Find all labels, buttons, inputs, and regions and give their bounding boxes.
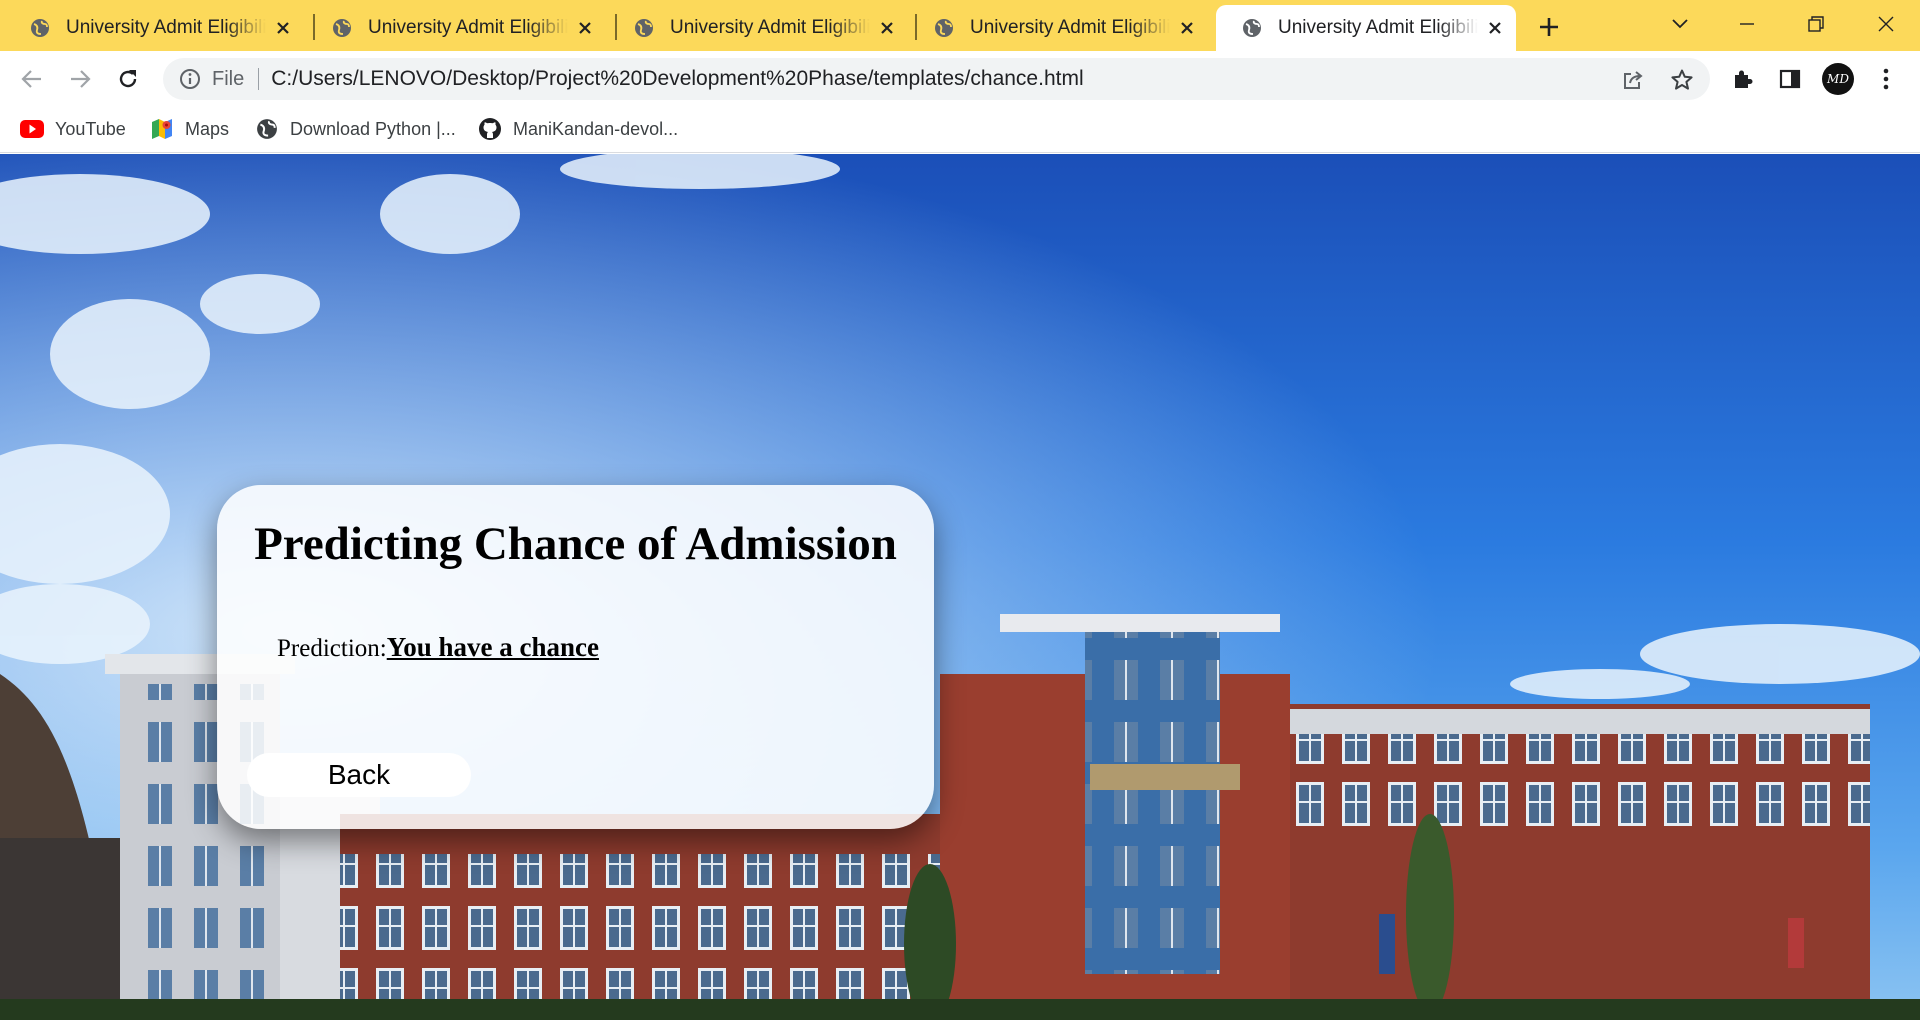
tab-4[interactable]: University Admit Eligibility Predictor: [908, 5, 1208, 51]
bookmark-download-python[interactable]: Download Python |...: [255, 114, 456, 144]
address-bar[interactable]: File C:/Users/LENOVO/Desktop/Project%20D…: [163, 58, 1710, 100]
browser-toolbar: File C:/Users/LENOVO/Desktop/Project%20D…: [0, 51, 1920, 106]
bookmark-label: Download Python |...: [290, 118, 456, 139]
globe-icon: [333, 19, 351, 37]
tab-5-active[interactable]: University Admit Eligibility Predictor: [1216, 5, 1516, 51]
bookmark-label: Maps: [185, 118, 230, 139]
puzzle-icon: [1735, 70, 1753, 88]
github-icon: [478, 117, 502, 141]
side-panel-button[interactable]: [1773, 62, 1807, 96]
tab-2[interactable]: University Admit Eligibility Predictor: [306, 5, 606, 51]
globe-icon: [31, 19, 49, 37]
globe-icon: [1243, 19, 1261, 37]
tab-title: University Admit Eligibility Predictor: [66, 17, 266, 38]
plus-icon: [1540, 18, 1558, 36]
bookmark-maps[interactable]: Maps: [150, 114, 229, 144]
close-icon: [1878, 16, 1894, 32]
youtube-icon: [20, 117, 44, 141]
forward-nav-button[interactable]: [62, 61, 98, 97]
chevron-down-icon: [1672, 19, 1688, 29]
tab-title: University Admit Eligibility Predictor: [970, 17, 1170, 38]
tab-title: University Admit Eligibility Predictor: [1278, 17, 1478, 38]
avatar: MD: [1822, 63, 1854, 95]
new-tab-button[interactable]: [1532, 10, 1566, 44]
restore-icon: [1808, 16, 1824, 32]
share-icon[interactable]: [1619, 66, 1647, 94]
prediction-row: Prediction:You have a chance: [277, 632, 599, 663]
globe-icon: [935, 19, 953, 37]
tab-title: University Admit Eligibility Predictor: [670, 17, 870, 38]
extensions-button[interactable]: [1726, 62, 1760, 96]
prediction-result: You have a chance: [386, 632, 599, 662]
omnibox-divider: [258, 68, 260, 90]
reload-icon: [119, 70, 137, 88]
tab-title: University Admit Eligibility Predictor: [368, 17, 568, 38]
info-icon[interactable]: [178, 67, 202, 91]
arrow-right-icon: [71, 70, 91, 88]
globe-icon: [255, 117, 279, 141]
restore-button[interactable]: [1796, 8, 1836, 40]
bookmarks-bar: YouTube Maps Download Python |... ManiKa…: [0, 106, 1920, 153]
profile-button[interactable]: MD: [1821, 62, 1855, 96]
prediction-label: Prediction:: [277, 635, 387, 662]
globe-icon: [635, 19, 653, 37]
close-icon[interactable]: [1484, 17, 1506, 39]
page-viewport: Predicting Chance of Admission Predictio…: [0, 154, 1920, 1020]
star-icon[interactable]: [1668, 66, 1696, 94]
close-icon[interactable]: [1176, 17, 1198, 39]
minimize-icon: [1740, 23, 1754, 25]
tab-3[interactable]: University Admit Eligibility Predictor: [608, 5, 908, 51]
tab-search-button[interactable]: [1660, 8, 1700, 40]
minimize-button[interactable]: [1727, 8, 1767, 40]
bookmark-youtube[interactable]: YouTube: [20, 114, 126, 144]
back-nav-button[interactable]: [14, 61, 50, 97]
tab-strip: University Admit Eligibility Predictor U…: [0, 0, 1920, 51]
reload-button[interactable]: [110, 61, 146, 97]
close-icon[interactable]: [574, 17, 596, 39]
more-vert-icon: [1883, 68, 1889, 90]
scheme-label: File: [212, 67, 245, 90]
tab-1[interactable]: University Admit Eligibility Predictor: [4, 5, 304, 51]
bookmark-label: ManiKandan-devol...: [513, 118, 679, 139]
close-window-button[interactable]: [1866, 8, 1906, 40]
side-panel-icon: [1779, 69, 1801, 89]
close-icon[interactable]: [876, 17, 898, 39]
close-icon[interactable]: [272, 17, 294, 39]
url-text[interactable]: C:/Users/LENOVO/Desktop/Project%20Develo…: [271, 67, 1083, 91]
page-title: Predicting Chance of Admission: [254, 518, 897, 570]
bookmark-label: YouTube: [55, 118, 126, 139]
back-button[interactable]: Back: [247, 753, 471, 797]
arrow-left-icon: [21, 70, 41, 88]
bookmark-github[interactable]: ManiKandan-devol...: [478, 114, 678, 144]
maps-icon: [150, 117, 174, 141]
menu-button[interactable]: [1869, 62, 1903, 96]
prediction-card: Predicting Chance of Admission Predictio…: [217, 485, 934, 829]
